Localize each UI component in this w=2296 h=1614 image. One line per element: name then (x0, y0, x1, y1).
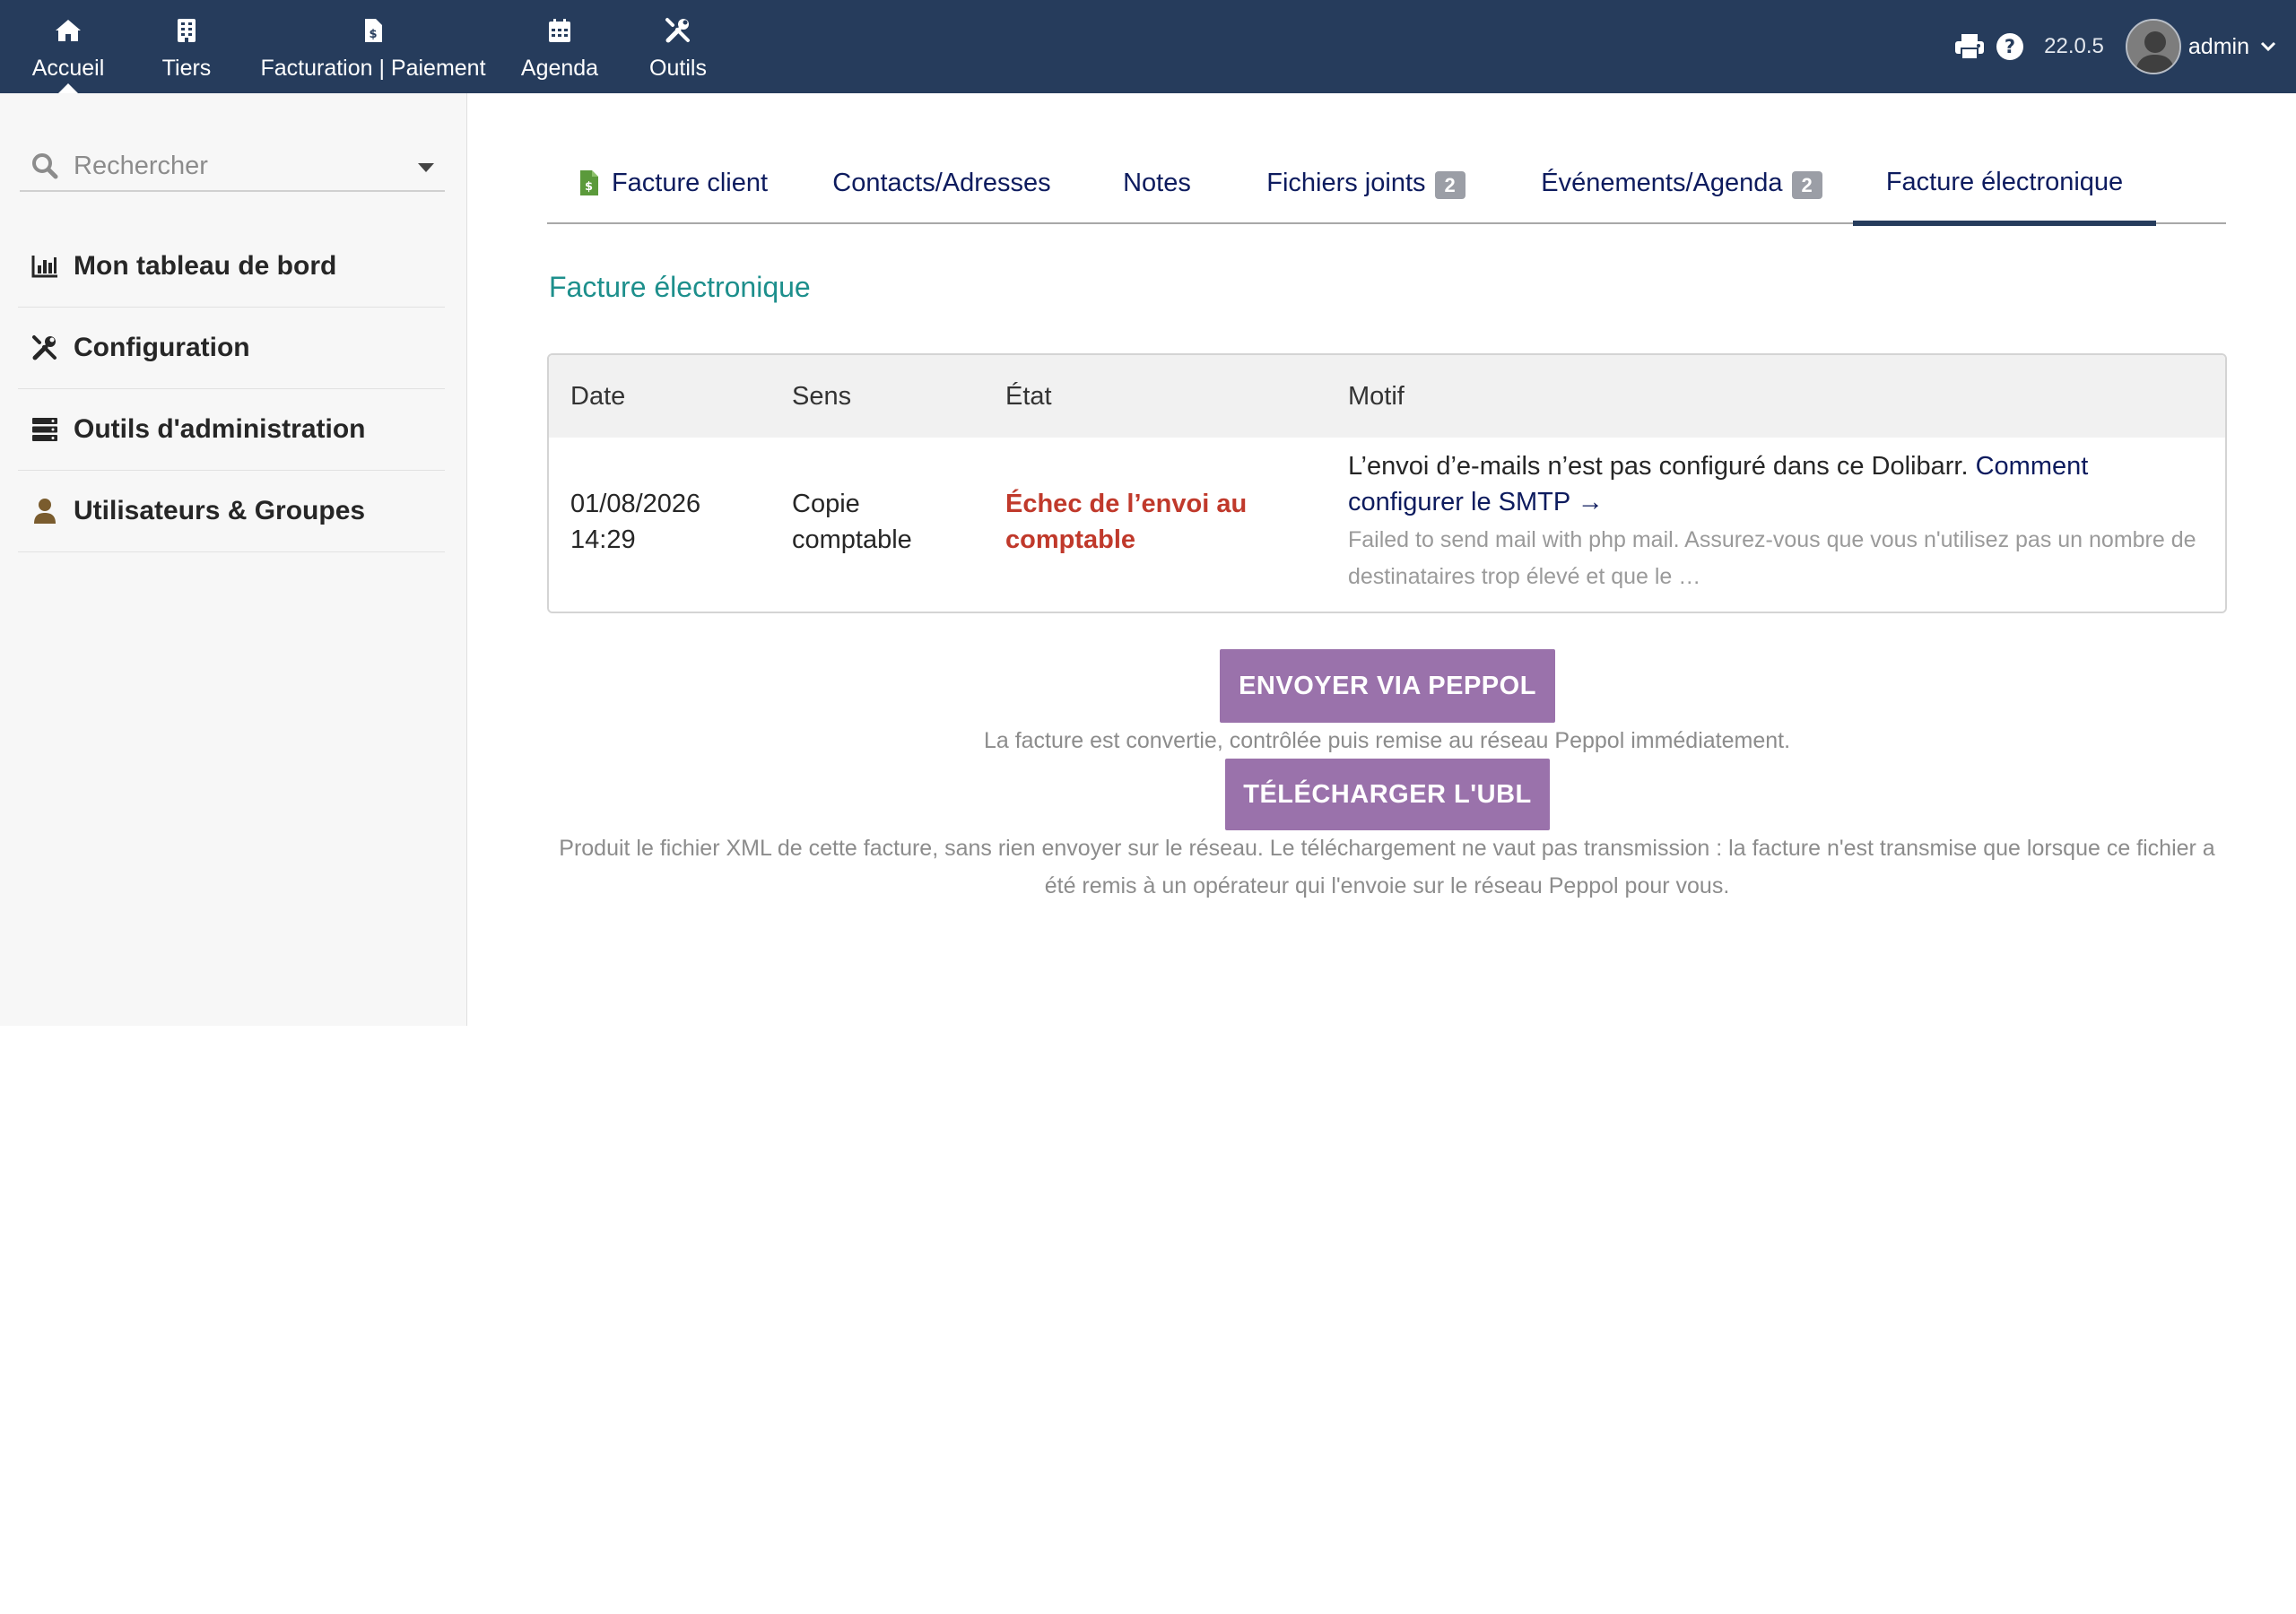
tab-facture-electronique[interactable]: Facture électronique (1853, 143, 2156, 226)
date-value: 01/08/2026 (570, 490, 701, 518)
search-box (20, 142, 445, 192)
svg-text:$: $ (369, 28, 377, 41)
table-row: 01/08/2026 14:29 Copie comptable Échec d… (549, 438, 2225, 612)
topnav-label: Facturation | Paiement (260, 56, 486, 81)
invoice-file-icon: $ (579, 169, 599, 196)
sidebar-item-label: Configuration (74, 333, 250, 362)
table-header: Date Sens État Motif (549, 355, 2225, 438)
topnav-facturation[interactable]: $ Facturation | Paiement (251, 0, 495, 93)
events-table: Date Sens État Motif 01/08/2026 14:29 Co… (547, 353, 2227, 613)
tab-label: Fichiers joints (1266, 168, 1426, 197)
print-icon[interactable] (1954, 33, 1985, 60)
sidebar-item-label: Utilisateurs & Groupes (74, 496, 366, 525)
send-peppol-button[interactable]: ENVOYER VIA PEPPOL (1220, 649, 1555, 723)
column-header-etat: État (1005, 381, 1052, 411)
sens-value-line2: comptable (792, 525, 912, 554)
sidebar-item-label: Mon tableau de bord (74, 251, 337, 281)
sens-value-line1: Copie (792, 490, 860, 518)
tab-count-badge: 2 (1434, 170, 1465, 199)
section-title: Facture électronique (549, 271, 811, 303)
help-icon[interactable]: ? (1996, 32, 2024, 61)
status-text-line1: Échec de l’envoi au (1005, 490, 1248, 518)
column-header-sens: Sens (792, 381, 852, 411)
column-header-motif: Motif (1348, 381, 1405, 411)
calendar-icon (545, 16, 574, 45)
search-icon (29, 150, 61, 182)
invoice-icon: $ (359, 16, 387, 45)
building-icon (172, 16, 201, 45)
topnav-agenda[interactable]: Agenda (511, 0, 608, 93)
cell-etat: Échec de l’envoi au comptable (1005, 486, 1247, 558)
server-icon (30, 415, 59, 444)
topnav-label: Tiers (161, 56, 212, 81)
sidebar-item-configuration[interactable]: Configuration (18, 308, 445, 389)
tab-label: Événements/Agenda (1541, 168, 1783, 197)
sidebar-item-label: Outils d'administration (74, 414, 366, 444)
avatar[interactable] (2125, 19, 2181, 74)
search-input[interactable] (74, 151, 396, 181)
username[interactable]: admin (2188, 34, 2249, 60)
sidebar-item-admin-tools[interactable]: Outils d'administration (18, 389, 445, 471)
user-icon (30, 497, 59, 525)
search-dropdown-caret[interactable] (418, 163, 434, 172)
ubl-hint: Produit le fichier XML de cette facture,… (559, 836, 2215, 898)
sidebar-menu: Mon tableau de bord Configuration Outils… (18, 226, 445, 552)
sidebar: Mon tableau de bord Configuration Outils… (0, 93, 467, 1026)
column-header-date: Date (570, 381, 626, 411)
tab-bar: $ Facture client Contacts/Adresses Notes… (547, 143, 2226, 226)
download-ubl-button[interactable]: TÉLÉCHARGER L'UBL (1225, 759, 1550, 830)
sidebar-item-users-groups[interactable]: Utilisateurs & Groupes (18, 471, 445, 552)
time-value: 14:29 (570, 525, 636, 554)
svg-text:?: ? (2005, 36, 2015, 57)
motif-detail: Failed to send mail with php mail. Assur… (1348, 527, 2196, 589)
topnav-label: Agenda (520, 56, 599, 81)
svg-text:$: $ (585, 180, 593, 194)
chart-icon (30, 252, 59, 281)
tab-label: Contacts/Adresses (832, 168, 1051, 197)
version-label: 22.0.5 (2044, 34, 2104, 58)
tools-icon (30, 334, 59, 362)
tab-contacts-adresses[interactable]: Contacts/Adresses (827, 143, 1057, 222)
topnav-accueil[interactable]: Accueil (16, 0, 120, 93)
status-text-line2: comptable (1005, 525, 1136, 554)
motif-text: L’envoi d’e-mails n’est pas configuré da… (1348, 452, 1976, 481)
tab-facture-client[interactable]: $ Facture client (576, 143, 771, 222)
tab-label: Notes (1123, 168, 1191, 197)
topnav-label: Outils (649, 56, 707, 81)
chevron-down-icon[interactable] (2260, 41, 2276, 52)
tab-notes[interactable]: Notes (1112, 143, 1202, 222)
cell-sens: Copie comptable (792, 486, 912, 558)
tab-evenements-agenda[interactable]: Événements/Agenda 2 (1526, 143, 1837, 222)
topnav-tiers[interactable]: Tiers (144, 0, 230, 93)
topnav-label: Accueil (31, 56, 105, 81)
tab-count-badge: 2 (1791, 170, 1822, 199)
sidebar-item-dashboard[interactable]: Mon tableau de bord (18, 226, 445, 308)
tab-fichiers-joints[interactable]: Fichiers joints 2 (1254, 143, 1478, 222)
topnav-outils[interactable]: Outils (633, 0, 723, 93)
cell-motif: L’envoi d’e-mails n’est pas configuré da… (1348, 448, 2200, 595)
top-navbar: Accueil Tiers $ Facturation | Paiement A… (0, 0, 2296, 93)
tools-icon (664, 16, 692, 45)
tab-label: Facture électronique (1885, 167, 2124, 196)
peppol-hint: La facture est convertie, contrôlée puis… (983, 728, 1791, 753)
home-icon (54, 16, 83, 45)
top-right-tools: ? 22.0.5 admin (1954, 0, 2296, 93)
tab-label: Facture client (611, 168, 769, 197)
cell-date: 01/08/2026 14:29 (570, 486, 700, 558)
